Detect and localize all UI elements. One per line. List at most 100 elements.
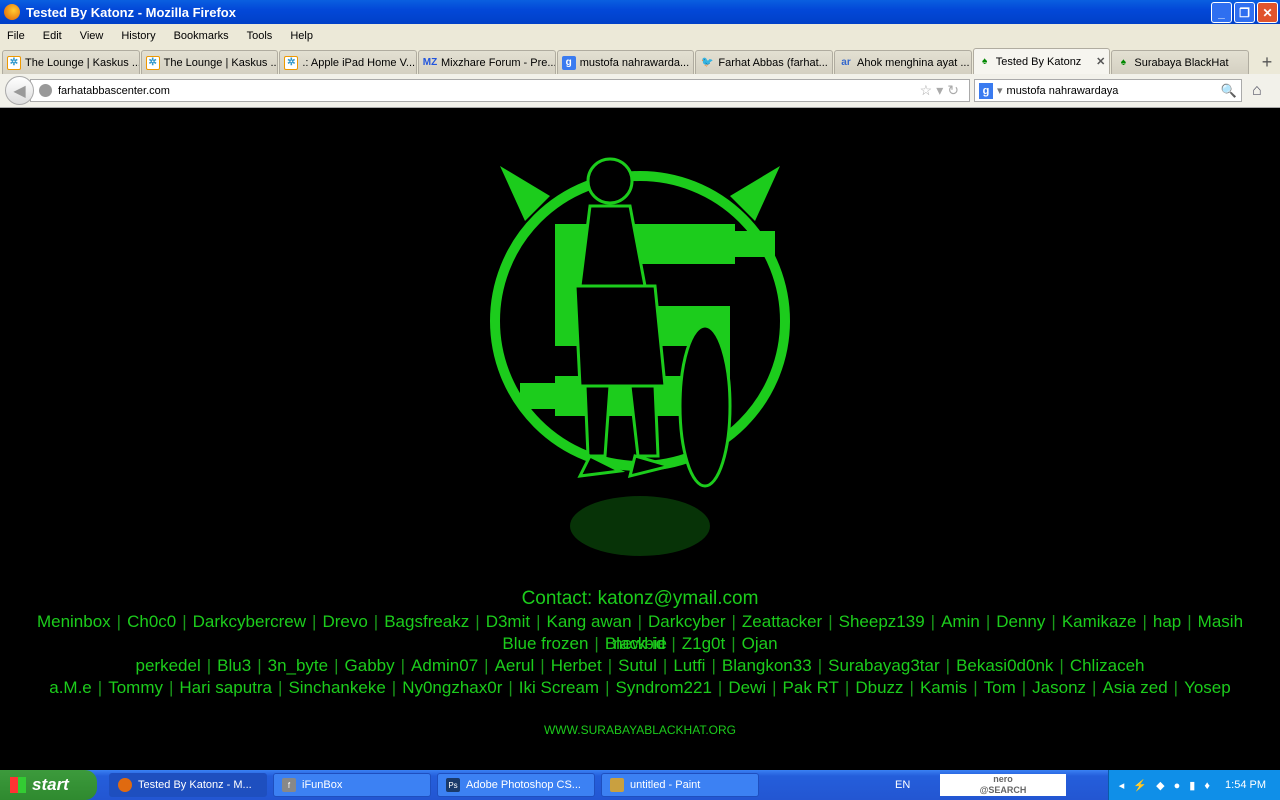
member-name: Denny — [996, 612, 1046, 631]
minimize-button[interactable]: _ — [1211, 2, 1232, 23]
page-content: Contact: katonz@ymail.com Meninbox | Ch0c0… — [0, 108, 1280, 770]
close-tab-icon[interactable]: ✕ — [1096, 55, 1105, 68]
back-button[interactable]: ◀ — [5, 76, 34, 105]
google-icon: g — [561, 55, 576, 70]
separator: | — [278, 678, 283, 697]
url-bar[interactable]: farhatabbascenter.com ☆▾↻ — [30, 79, 970, 102]
clock: 1:54 PM — [1225, 779, 1266, 791]
tab-0[interactable]: ✲ The Lounge | Kaskus ... — [2, 50, 140, 74]
menu-file[interactable]: File — [7, 30, 25, 42]
start-label: start — [32, 775, 69, 794]
website-link[interactable]: WWW.SURABAYABLACKHAT.ORG — [0, 723, 1280, 737]
member-name: Tommy — [108, 678, 163, 697]
tab-2[interactable]: ✲.: Apple iPad Home V... — [279, 50, 418, 74]
member-name: Aerul — [494, 656, 535, 675]
separator: | — [540, 656, 545, 675]
windows-logo-icon — [10, 777, 26, 793]
separator: | — [1173, 678, 1179, 697]
taskbar-item-paint[interactable]: untitled - Paint — [601, 773, 759, 797]
member-name: Meninbox — [36, 612, 111, 631]
navigation-bar: farhatabbascenter.com ☆▾↻ ◀ g ▾ mustofa … — [0, 74, 1280, 108]
menu-history[interactable]: History — [121, 30, 155, 42]
dropdown-icon[interactable]: ▾ — [936, 82, 947, 98]
member-name: Kamis — [919, 678, 968, 697]
member-name: Zeattacker — [741, 612, 823, 631]
menu-help[interactable]: Help — [290, 30, 313, 42]
url-text[interactable]: farhatabbascenter.com — [58, 85, 170, 97]
tab-label: The Lounge | Kaskus ... — [163, 56, 279, 69]
separator: | — [772, 678, 777, 697]
tab-label: mustofa nahrawarda... — [579, 56, 690, 69]
kaskus-icon: ✲ — [145, 55, 160, 70]
search-icon[interactable]: 🔍 — [1221, 83, 1237, 99]
search-input[interactable]: g ▾ mustofa nahrawardaya 🔍 — [974, 79, 1242, 102]
member-name: Black-id — [604, 634, 666, 653]
separator: | — [637, 612, 643, 631]
task-label: Adobe Photoshop CS... — [466, 779, 581, 791]
separator: | — [475, 612, 480, 631]
separator: | — [1187, 612, 1192, 631]
member-name: Pak RT — [782, 678, 839, 697]
separator: | — [711, 656, 716, 675]
separator: | — [844, 678, 850, 697]
task-label: untitled - Paint — [630, 779, 701, 791]
menu-bookmarks[interactable]: Bookmarks — [174, 30, 229, 42]
dropdown-icon[interactable]: ▾ — [997, 84, 1003, 97]
member-name: hap — [1152, 612, 1182, 631]
tab-6[interactable]: ar Ahok menghina ayat ... — [834, 50, 972, 74]
member-name: Dewi — [728, 678, 767, 697]
separator: | — [1059, 656, 1064, 675]
language-indicator[interactable]: EN — [895, 779, 910, 791]
separator: | — [985, 612, 991, 631]
member-name: Z1g0t — [681, 634, 726, 653]
tab-label: Farhat Abbas (farhat... — [718, 56, 828, 69]
taskbar-item-firefox[interactable]: Tested By Katonz - M... — [109, 773, 267, 797]
new-tab-button[interactable]: + — [1254, 50, 1280, 74]
credits-line: a.M.e | Tommy | Hari saputra | Sinchankeke | Ny0… — [0, 677, 1280, 699]
tab-3[interactable]: MZ Mixzhare Forum - Pre... — [418, 50, 556, 74]
tray-icons[interactable]: ◂ ⚡ ◆ ● ▮ ♦ — [1119, 779, 1213, 792]
google-icon[interactable]: g — [979, 82, 993, 99]
tab-4[interactable]: g mustofa nahrawarda... — [556, 50, 695, 74]
task-label: iFunBox — [302, 779, 343, 791]
separator: | — [1021, 678, 1027, 697]
hacker-icon: ♠ — [982, 56, 988, 67]
search-text[interactable]: mustofa nahrawardaya — [1007, 85, 1119, 97]
start-button[interactable]: start — [0, 770, 97, 800]
separator: | — [930, 612, 936, 631]
tab-7[interactable]: ♠ Tested By Katonz ✕ — [972, 48, 1111, 74]
separator: | — [717, 678, 723, 697]
tab-8[interactable]: ♠ Surabaya BlackHat — [1111, 50, 1250, 74]
system-tray: ◂ ⚡ ◆ ● ▮ ♦ 1:54 PM — [1108, 770, 1280, 800]
restore-button[interactable]: ❐ — [1234, 2, 1255, 23]
taskbar-item-photoshop[interactable]: Ps Adobe Photoshop CS... — [437, 773, 595, 797]
home-icon[interactable]: ⌂ — [1252, 82, 1262, 100]
separator: | — [391, 678, 397, 697]
separator: | — [594, 634, 599, 653]
tab-5[interactable]: 🐦 Farhat Abbas (farhat... — [695, 50, 834, 74]
menu-view[interactable]: View — [80, 30, 104, 42]
menu-tools[interactable]: Tools — [247, 30, 273, 42]
member-name: Amin — [941, 612, 980, 631]
menu-edit[interactable]: Edit — [43, 30, 62, 42]
tab-label: Surabaya BlackHat — [1134, 56, 1229, 69]
member-name: Bagsfreakz — [384, 612, 470, 631]
tab-1[interactable]: ✲ The Lounge | Kaskus ... — [140, 50, 279, 74]
reload-icon[interactable]: ↻ — [947, 82, 963, 98]
title-bar: Tested By Katonz - Mozilla Firefox _ ❐ ✕ — [0, 0, 1280, 24]
separator: | — [945, 656, 951, 675]
member-name: Syndrom221 — [615, 678, 712, 697]
separator: | — [116, 612, 122, 631]
tab-label: Tested By Katonz — [995, 55, 1082, 68]
kaskus-icon: ✲ — [7, 55, 21, 70]
bookmark-star-icon[interactable]: ☆ — [920, 82, 937, 98]
close-button[interactable]: ✕ — [1257, 2, 1278, 23]
taskbar-item-ifunbox[interactable]: f iFunBox — [273, 773, 431, 797]
member-name: Blangkon33 — [721, 656, 812, 675]
separator: | — [817, 656, 823, 675]
separator: | — [97, 678, 103, 697]
separator: | — [731, 612, 736, 631]
credits-line: Blue frozen | Black-id | Z1g0t | Ojan perkedel… — [0, 633, 1280, 677]
nero-search-box[interactable]: nero @SEARCH — [940, 774, 1066, 796]
team-logo — [490, 157, 790, 556]
